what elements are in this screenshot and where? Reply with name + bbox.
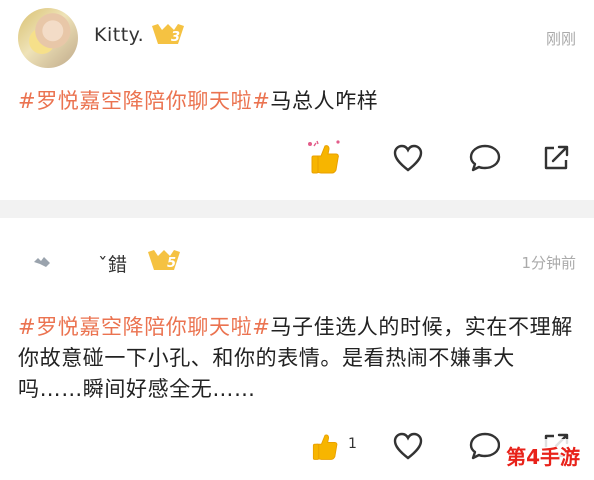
avatar[interactable] <box>18 8 78 68</box>
post-content: #罗悦嘉空降陪你聊天啦#马子佳选人的时候，实在不理解你故意碰一下小孔、和你的表情… <box>18 312 576 405</box>
post-divider <box>0 200 594 218</box>
share-icon <box>544 145 569 170</box>
site-watermark: 第4手游 <box>500 439 586 472</box>
timestamp: 刚刚 <box>545 30 576 48</box>
post-text: 马总人咋样 <box>270 89 379 113</box>
level-number: 5 <box>167 256 176 271</box>
username[interactable]: ˇ錯 <box>98 250 128 277</box>
favorite-button[interactable] <box>388 426 428 466</box>
comment-button[interactable] <box>465 426 505 466</box>
avatar-image <box>34 257 50 267</box>
topic-link[interactable]: #罗悦嘉空降陪你聊天啦# <box>18 315 270 339</box>
timestamp: 1分钟前 <box>521 254 576 272</box>
heart-icon <box>393 432 423 460</box>
like-count: 1 <box>348 436 357 452</box>
topic-link[interactable]: #罗悦嘉空降陪你聊天啦# <box>18 89 270 113</box>
level-badge-icon: 5 <box>148 250 180 271</box>
action-bar <box>0 138 594 178</box>
heart-icon <box>393 144 423 172</box>
comment-button[interactable] <box>465 138 505 178</box>
level-badge-icon: 3 <box>152 24 184 45</box>
username[interactable]: Kitty. <box>94 24 144 46</box>
like-button[interactable] <box>305 426 345 466</box>
thumbs-up-icon <box>312 434 338 460</box>
post-card: Kitty. 3 刚刚 #罗悦嘉空降陪你聊天啦#马总人咋样 <box>0 0 594 200</box>
like-button[interactable] <box>305 138 345 178</box>
favorite-button[interactable] <box>388 138 428 178</box>
level-number: 3 <box>171 30 180 45</box>
avatar[interactable] <box>18 238 66 286</box>
thumbs-up-icon <box>308 140 340 174</box>
share-button[interactable] <box>536 138 576 178</box>
comment-icon <box>469 144 501 172</box>
post-content: #罗悦嘉空降陪你聊天啦#马总人咋样 <box>18 86 576 117</box>
comment-icon <box>469 432 501 460</box>
